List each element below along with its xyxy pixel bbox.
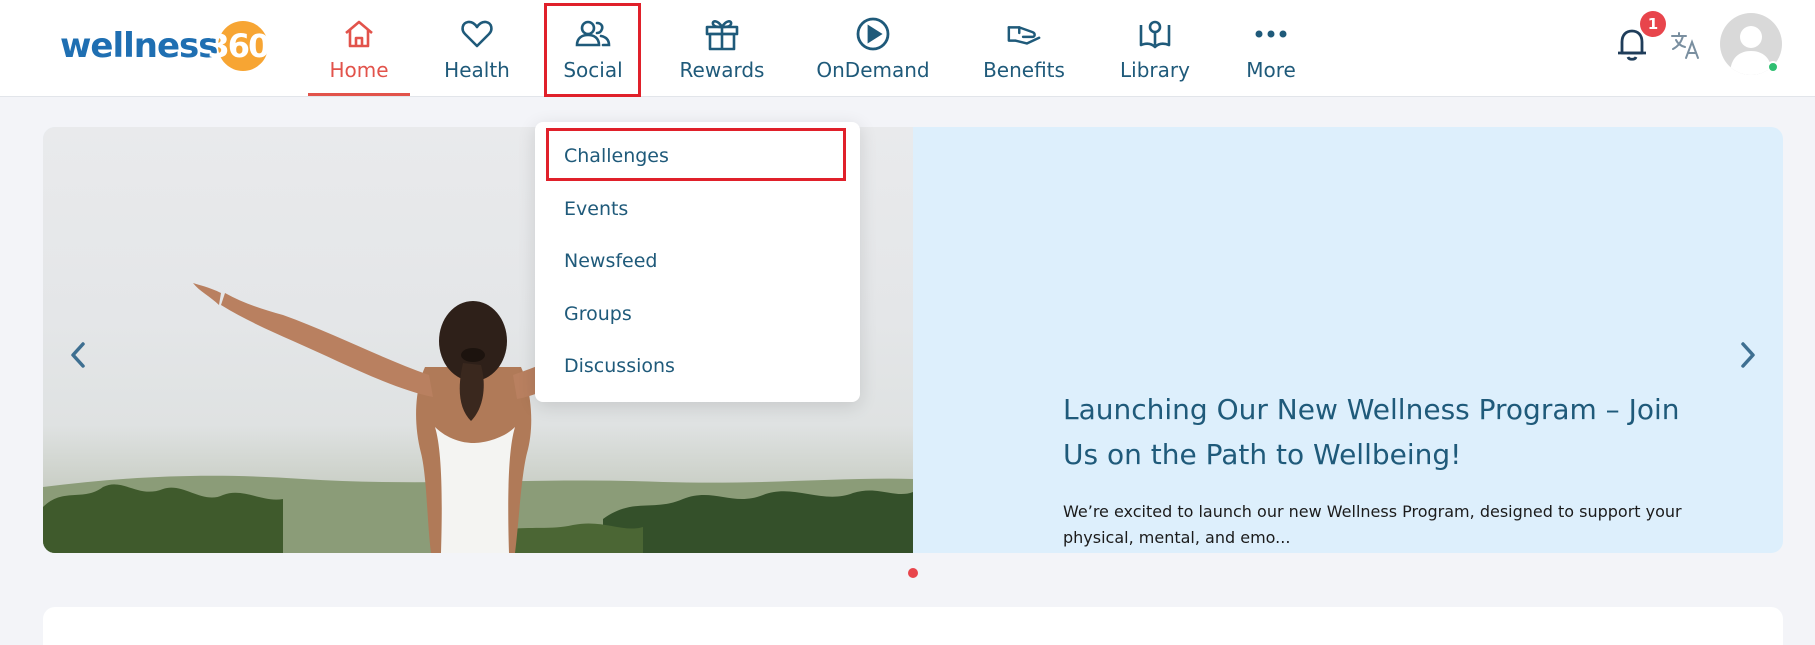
menu-item-groups[interactable]: Groups [564,303,632,325]
nav-more[interactable]: More [1236,0,1306,97]
hero-title[interactable]: Launching Our New Wellness Program – Joi… [1063,387,1703,477]
nav-library[interactable]: Library [1110,0,1200,97]
social-highlight-box [544,3,641,97]
logo-number: 360 [207,27,271,65]
nav-more-label: More [1246,58,1296,82]
challenges-highlight-box [546,128,846,181]
menu-item-newsfeed[interactable]: Newsfeed [564,250,657,272]
carousel-prev-arrow-icon[interactable] [66,340,90,370]
active-tab-indicator [308,93,410,96]
nav-benefits-label: Benefits [983,58,1065,82]
heart-icon [459,16,495,52]
top-header: wellness 360 Home Health Social Rewards … [0,0,1815,97]
menu-item-events[interactable]: Events [564,198,628,220]
nav-library-label: Library [1120,58,1190,82]
nav-home-label: Home [329,58,389,82]
online-status-dot [1767,61,1779,73]
menu-item-discussions[interactable]: Discussions [564,355,675,377]
nav-health[interactable]: Health [430,0,524,97]
nav-rewards[interactable]: Rewards [674,0,770,97]
home-icon [341,16,377,52]
nav-ondemand-label: OnDemand [816,58,930,82]
nav-home[interactable]: Home [308,0,410,97]
wellness360-logo[interactable]: wellness 360 [60,20,270,72]
hero-text-block: Launching Our New Wellness Program – Joi… [1063,387,1703,551]
nav-ondemand[interactable]: OnDemand [810,0,936,97]
carousel-indicator-dot[interactable] [908,568,918,578]
content-card [43,607,1783,645]
hero-description: We’re excited to launch our new Wellness… [1063,502,1682,547]
logo-badge: 360 [208,20,270,72]
translate-icon[interactable] [1670,30,1702,60]
logo-word: wellness [60,26,219,66]
more-dots-icon [1253,16,1289,52]
notification-count-badge: 1 [1640,11,1666,37]
nav-health-label: Health [444,58,510,82]
carousel-next-arrow-icon[interactable] [1736,340,1760,370]
hand-icon [1006,16,1042,52]
nav-benefits[interactable]: Benefits [972,0,1076,97]
announcement-carousel: Launching Our New Wellness Program – Joi… [43,127,1783,553]
nav-rewards-label: Rewards [679,58,765,82]
play-circle-icon [855,16,891,52]
gift-icon [704,16,740,52]
book-icon [1137,16,1173,52]
